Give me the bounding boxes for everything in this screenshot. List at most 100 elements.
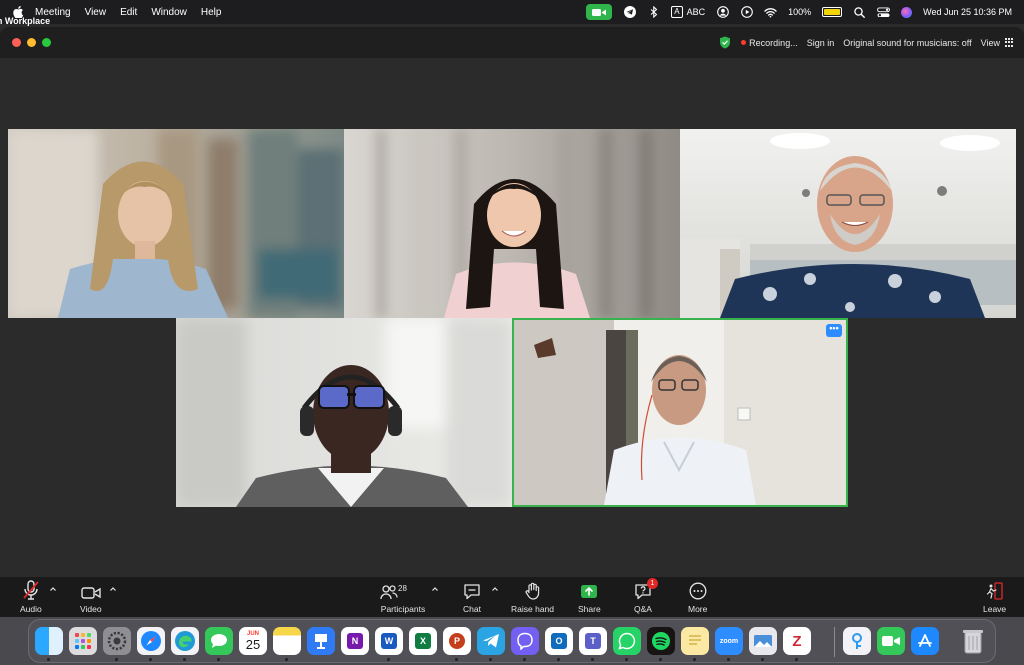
dock-zoom-icon[interactable]: zoom	[715, 627, 743, 655]
desktop-background: JUN 25 N W X P O T zoom Z	[0, 617, 1024, 665]
input-source-box: A	[671, 6, 683, 18]
view-label: View	[980, 37, 1000, 48]
dock-telegram-icon[interactable]	[477, 627, 505, 655]
siri-icon[interactable]	[901, 6, 913, 18]
running-indicator	[217, 658, 220, 661]
dock-finder-icon[interactable]	[35, 627, 63, 655]
video-options-caret-icon[interactable]	[109, 585, 117, 593]
dock-powerpoint-icon[interactable]: P	[443, 627, 471, 655]
wifi-icon[interactable]	[764, 6, 777, 19]
window-fullscreen-button[interactable]	[42, 38, 51, 47]
menu-window[interactable]: Window	[151, 7, 187, 18]
participant-video-tile[interactable]	[8, 129, 344, 318]
running-indicator	[795, 658, 798, 661]
sign-in-link[interactable]: Sign in	[807, 38, 835, 48]
participant-video-tile[interactable]	[176, 318, 512, 507]
chat-bubble-icon	[463, 580, 481, 600]
dock-preview-icon[interactable]	[749, 627, 777, 655]
video-gallery: •••	[0, 58, 1024, 577]
control-center-icon[interactable]	[877, 6, 891, 19]
dock-safari-icon[interactable]	[137, 627, 165, 655]
running-indicator	[761, 658, 764, 661]
user-account-icon[interactable]	[716, 6, 729, 19]
dock-passwords-icon[interactable]	[843, 627, 871, 655]
participant-video-tile[interactable]	[344, 129, 680, 318]
dock-teams-icon[interactable]: T	[579, 627, 607, 655]
telegram-menu-icon[interactable]	[623, 6, 636, 19]
meeting-controls-toolbar: Audio Video 28 Participants Chat Raise h…	[0, 577, 1024, 617]
dock-viber-icon[interactable]	[511, 627, 539, 655]
dock-messages-icon[interactable]	[205, 627, 233, 655]
dock-edge-icon[interactable]	[171, 627, 199, 655]
input-source-label: ABC	[686, 7, 706, 17]
audio-label: Audio	[20, 604, 42, 614]
share-label: Share	[578, 604, 601, 614]
spotlight-search-icon[interactable]	[853, 6, 866, 19]
dock-onenote-icon[interactable]: N	[341, 627, 369, 655]
window-minimize-button[interactable]	[27, 38, 36, 47]
running-indicator	[727, 658, 730, 661]
share-screen-button[interactable]: Share	[578, 580, 601, 614]
active-speaker-video-tile[interactable]: •••	[512, 318, 848, 507]
recording-indicator[interactable]: Recording...	[741, 38, 798, 48]
participants-count: 28	[398, 584, 407, 593]
excel-icon: X	[415, 633, 431, 649]
dock-excel-icon[interactable]: X	[409, 627, 437, 655]
chat-button[interactable]: Chat	[463, 580, 481, 614]
now-playing-icon[interactable]	[740, 6, 753, 19]
audio-options-caret-icon[interactable]	[49, 585, 57, 593]
participant-video-feed	[176, 318, 512, 507]
dock-word-icon[interactable]: W	[375, 627, 403, 655]
dock-separator	[834, 627, 835, 657]
menu-help[interactable]: Help	[201, 7, 222, 18]
menu-edit[interactable]: Edit	[120, 7, 137, 18]
menu-view[interactable]: View	[85, 7, 107, 18]
window-close-button[interactable]	[12, 38, 21, 47]
audio-button[interactable]: Audio	[20, 580, 42, 614]
keyboard-input-source[interactable]: A ABC	[671, 6, 705, 18]
dock-notes-icon[interactable]	[273, 627, 301, 655]
tile-more-options-button[interactable]: •••	[826, 324, 842, 337]
dock-launchpad-icon[interactable]	[69, 627, 97, 655]
dock-outlook-icon[interactable]: O	[545, 627, 573, 655]
qa-button[interactable]: 1 Q&A	[634, 578, 658, 614]
raise-hand-button[interactable]: Raise hand	[511, 580, 554, 614]
dock-zotero-icon[interactable]: Z	[783, 627, 811, 655]
dock-spotify-icon[interactable]	[647, 627, 675, 655]
bluetooth-icon[interactable]	[647, 6, 660, 19]
word-icon: W	[381, 633, 397, 649]
dock-app-store-icon[interactable]	[911, 627, 939, 655]
participants-button[interactable]: 28 Participants	[380, 580, 426, 614]
more-button[interactable]: More	[688, 580, 707, 614]
chat-options-caret-icon[interactable]	[491, 585, 499, 593]
running-indicator	[285, 658, 288, 661]
video-button[interactable]: Video	[80, 580, 102, 614]
dock-calendar-icon[interactable]: JUN 25	[239, 627, 267, 655]
dock-stickies-icon[interactable]	[681, 627, 709, 655]
view-menu-button[interactable]: View	[981, 38, 1014, 48]
video-camera-icon	[81, 580, 101, 600]
original-sound-toggle[interactable]: Original sound for musicians: off	[843, 38, 971, 48]
participants-options-caret-icon[interactable]	[431, 585, 439, 593]
camera-in-use-indicator[interactable]	[586, 4, 613, 20]
dock-whatsapp-icon[interactable]	[613, 627, 641, 655]
running-indicator	[183, 658, 186, 661]
encryption-shield-icon[interactable]	[718, 36, 732, 50]
leave-meeting-button[interactable]: Leave	[983, 580, 1006, 614]
leave-label: Leave	[983, 604, 1007, 614]
menu-bar-clock[interactable]: Wed Jun 25 10:36 PM	[923, 7, 1012, 17]
mic-muted-icon	[22, 580, 40, 600]
participant-video-tile[interactable]	[680, 129, 1016, 318]
dock-system-settings-icon[interactable]	[103, 627, 131, 655]
recording-label: Recording...	[749, 37, 798, 48]
qa-label: Q&A	[634, 604, 652, 614]
participants-icon: 28	[380, 580, 426, 600]
raise-hand-icon	[525, 580, 541, 600]
dock-keynote-icon[interactable]	[307, 627, 335, 655]
recording-dot-icon	[741, 40, 747, 45]
dock-trash-icon[interactable]	[959, 627, 987, 655]
battery-icon[interactable]	[822, 7, 843, 17]
more-options-icon	[689, 580, 707, 600]
dock-facetime-icon[interactable]	[877, 627, 905, 655]
running-indicator	[625, 658, 628, 661]
